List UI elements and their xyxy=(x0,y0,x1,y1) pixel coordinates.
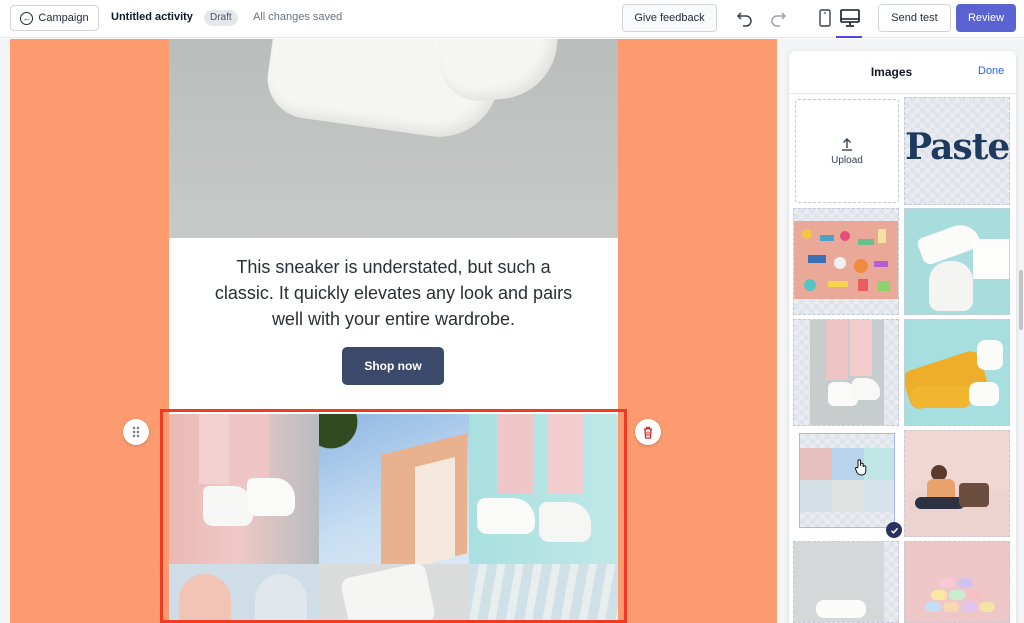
pastel-logo-text: Pastel xyxy=(905,126,1010,168)
body-text[interactable]: This sneaker is understated, but such a … xyxy=(209,254,578,332)
trash-icon[interactable] xyxy=(635,419,661,445)
image-thumb-person-sitting[interactable] xyxy=(904,430,1010,537)
shop-now-button[interactable]: Shop now xyxy=(342,347,444,385)
email-body: This sneaker is understated, but such a … xyxy=(160,39,627,623)
redo-icon[interactable] xyxy=(768,8,788,28)
image-thumb-yellow-pants-legs[interactable] xyxy=(904,319,1010,426)
panel-divider xyxy=(789,93,1016,94)
drag-handle-icon[interactable] xyxy=(123,419,149,445)
left-gutter xyxy=(0,39,10,623)
undo-icon[interactable] xyxy=(735,8,755,28)
campaign-label: Campaign xyxy=(38,12,89,24)
image-thumb-collage-selected[interactable] xyxy=(799,433,895,528)
image-thumb-pink-pants-sneakers[interactable] xyxy=(793,319,899,426)
upload-label: Upload xyxy=(831,154,863,166)
review-button[interactable]: Review xyxy=(956,4,1016,32)
hand-cursor-icon xyxy=(854,459,867,476)
panel-title: Images xyxy=(870,65,913,79)
active-view-indicator xyxy=(836,36,862,38)
mobile-preview-icon[interactable] xyxy=(816,8,834,28)
panel-scrollbar[interactable] xyxy=(1019,270,1023,330)
back-arrow-icon: ← xyxy=(20,11,34,25)
upload-button[interactable]: Upload xyxy=(795,99,899,203)
image-thumb-pastel-logo[interactable]: Pastel xyxy=(904,97,1010,205)
image-thumb-colorful-objects[interactable] xyxy=(793,208,899,315)
email-canvas: This sneaker is understated, but such a … xyxy=(10,39,777,623)
images-panel: Images Done Upload Pastel xyxy=(789,51,1016,623)
status-badge: Draft xyxy=(204,10,238,26)
image-thumb-sneaker-bottom[interactable] xyxy=(793,541,899,623)
send-test-button[interactable]: Send test xyxy=(878,4,951,32)
upload-icon xyxy=(842,137,852,151)
activity-title[interactable]: Untitled activity xyxy=(111,11,193,23)
top-toolbar: ← Campaign Untitled activity Draft All c… xyxy=(0,0,1024,38)
desktop-preview-icon[interactable] xyxy=(838,6,862,30)
done-button[interactable]: Done xyxy=(978,65,1004,77)
text-block[interactable]: This sneaker is understated, but such a … xyxy=(169,238,618,408)
selected-check-icon xyxy=(886,522,902,538)
back-to-campaign-button[interactable]: ← Campaign xyxy=(10,5,99,31)
image-thumb-white-sneakers[interactable] xyxy=(904,208,1010,315)
selected-block-outline xyxy=(160,409,627,623)
image-thumb-macarons[interactable] xyxy=(904,541,1010,623)
hero-image[interactable] xyxy=(169,39,618,238)
save-status: All changes saved xyxy=(253,11,343,23)
give-feedback-button[interactable]: Give feedback xyxy=(622,4,717,32)
